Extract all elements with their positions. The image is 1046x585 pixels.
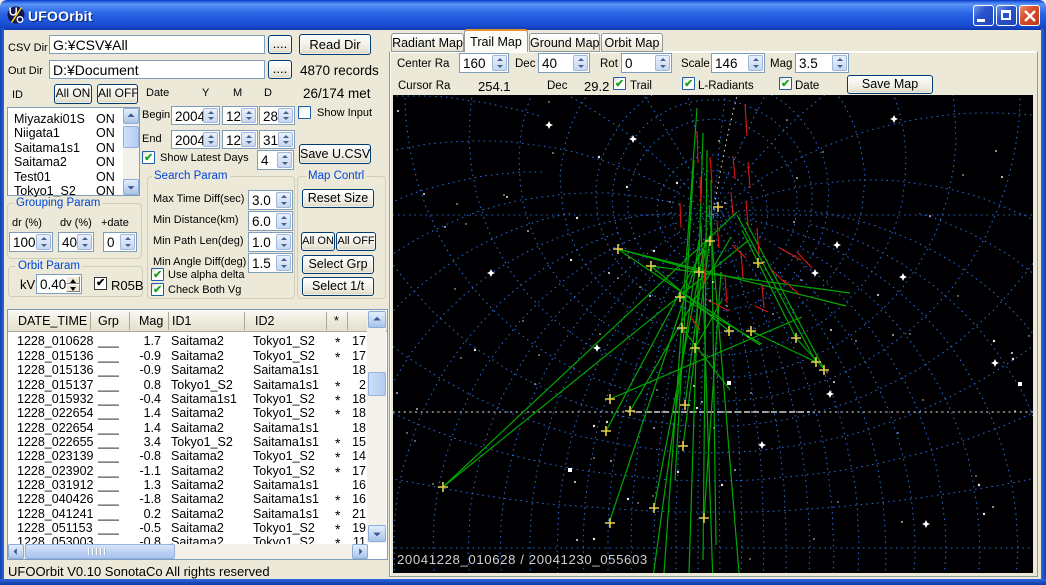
svg-text:20041228_010628 / 20041230_055: 20041228_010628 / 20041230_055603 — [397, 552, 648, 567]
